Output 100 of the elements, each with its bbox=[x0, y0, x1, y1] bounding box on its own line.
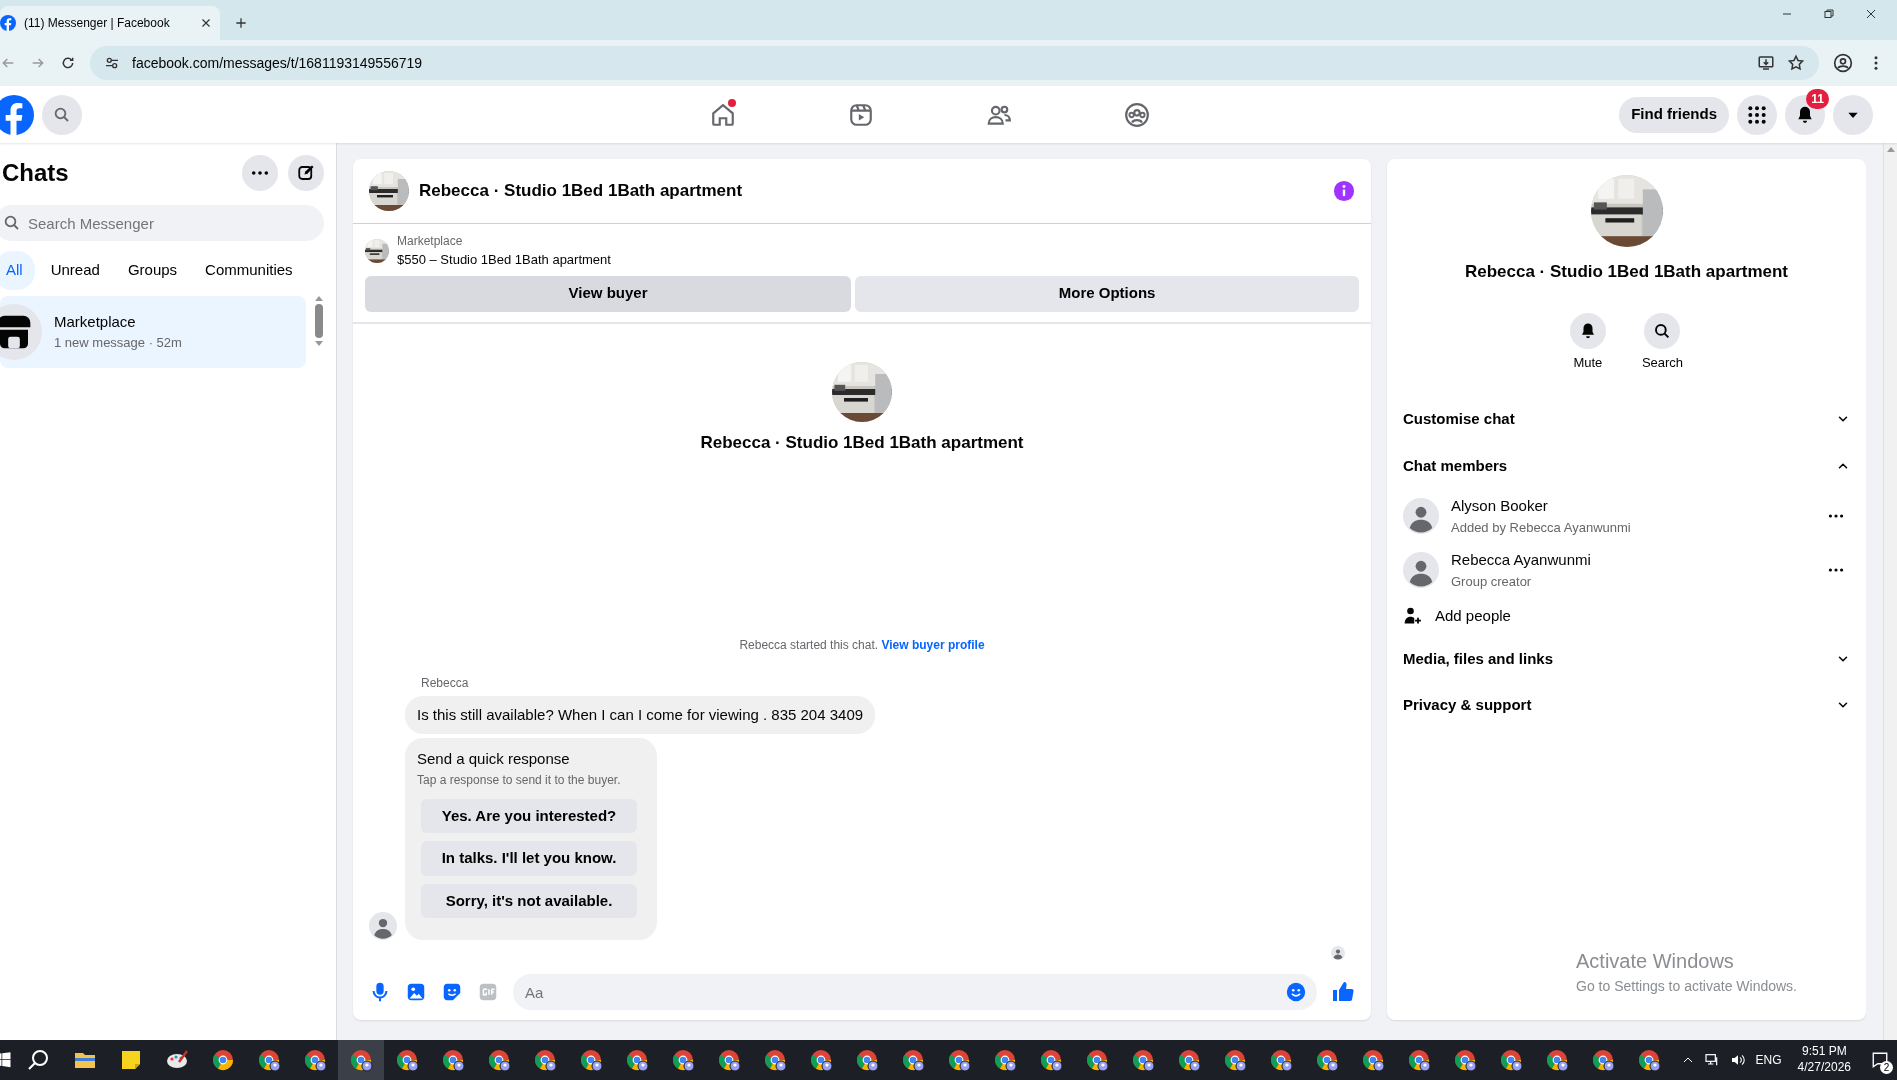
facebook-logo-icon[interactable] bbox=[0, 94, 34, 135]
section-header[interactable]: Chat members bbox=[1387, 442, 1866, 489]
tab-title: (11) Messenger | Facebook bbox=[24, 15, 171, 32]
emoji-icon[interactable] bbox=[1285, 981, 1307, 1003]
filter-tab[interactable]: Groups bbox=[115, 251, 190, 290]
chrome-icon bbox=[717, 1048, 741, 1072]
profile-icon[interactable] bbox=[1833, 53, 1853, 73]
compose-icon bbox=[297, 164, 315, 182]
member-note: Group creator bbox=[1451, 572, 1533, 591]
new-tab-icon[interactable] bbox=[234, 16, 248, 30]
sticky-note-icon bbox=[119, 1048, 143, 1072]
filter-tab[interactable]: Unread bbox=[38, 251, 112, 290]
avatar-icon bbox=[1403, 552, 1439, 588]
buyer-profile-link[interactable]: View buyer profile bbox=[881, 637, 985, 652]
clock[interactable]: 9:51 PM 4/27/2026 bbox=[1791, 1044, 1857, 1076]
add-person-icon bbox=[1403, 606, 1423, 627]
new-message-button[interactable] bbox=[288, 155, 324, 191]
add-people-button[interactable]: Add people bbox=[1387, 597, 1527, 636]
chrome-icon bbox=[1131, 1048, 1155, 1072]
search-field[interactable]: Search Messenger bbox=[0, 205, 324, 241]
section-header[interactable]: Privacy & support bbox=[1387, 682, 1866, 729]
more-icon bbox=[1828, 567, 1844, 573]
chrome-icon bbox=[901, 1048, 925, 1072]
message-bubble: Is this still available? When I can I come for viewing . 835 204 3409 bbox=[405, 695, 876, 734]
chat-bubble-icon bbox=[1871, 1051, 1889, 1069]
chrome-icon bbox=[1637, 1048, 1661, 1072]
listing-button[interactable]: More Options bbox=[855, 275, 1359, 312]
thumbs-up-icon[interactable] bbox=[1331, 980, 1355, 1004]
section-header[interactable]: Media, files and links bbox=[1387, 635, 1866, 682]
video-icon bbox=[848, 101, 874, 128]
chat-started-note: Rebecca started this chat. View buyer profile bbox=[738, 636, 986, 654]
network-icon[interactable] bbox=[1703, 1052, 1720, 1068]
groups-icon bbox=[1124, 101, 1150, 128]
chat-name: Marketplace bbox=[54, 311, 137, 332]
menu-button[interactable] bbox=[1737, 94, 1777, 135]
chrome-icon bbox=[1177, 1048, 1201, 1072]
action-label: Search bbox=[1641, 353, 1684, 372]
chrome-icon bbox=[1269, 1048, 1293, 1072]
chrome-icon bbox=[625, 1048, 649, 1072]
activation-title: Activate Windows bbox=[1576, 949, 1735, 974]
home-icon bbox=[710, 101, 736, 128]
chrome-icon bbox=[349, 1048, 373, 1072]
chrome-icon bbox=[1039, 1048, 1063, 1072]
chrome-icon bbox=[671, 1048, 695, 1072]
quick-response-subtitle: Tap a response to send it to the buyer. bbox=[417, 771, 622, 789]
filter-tab[interactable]: Communities bbox=[193, 251, 305, 290]
intro-title: Rebecca · Studio 1Bed 1Bath apartment bbox=[700, 431, 1024, 454]
more-icon bbox=[1828, 513, 1844, 519]
activation-text: Go to Settings to activate Windows. bbox=[1576, 977, 1797, 996]
chrome-icon bbox=[211, 1048, 235, 1072]
chrome-icon bbox=[487, 1048, 511, 1072]
chrome-icon bbox=[855, 1048, 879, 1072]
chrome-icon bbox=[441, 1048, 465, 1072]
install-icon[interactable] bbox=[1757, 54, 1775, 72]
quick-reply-button[interactable]: Yes. Are you interested? bbox=[421, 798, 637, 833]
address-bar[interactable]: facebook.com/messages/t/1681193149556719 bbox=[90, 46, 1819, 80]
notifications-button[interactable]: 2 bbox=[1867, 1048, 1893, 1072]
find-friends-button[interactable]: Find friends bbox=[1619, 96, 1729, 133]
listing-button[interactable]: View buyer bbox=[365, 275, 852, 312]
filter-tab[interactable]: All bbox=[0, 251, 35, 290]
chrome-icon bbox=[1223, 1048, 1247, 1072]
action-button[interactable] bbox=[1644, 312, 1681, 349]
shop-icon bbox=[0, 303, 42, 360]
chat-preview: 1 new message · 52m bbox=[54, 334, 182, 352]
chats-heading: Chats bbox=[2, 158, 70, 188]
action-label: Mute bbox=[1573, 353, 1603, 372]
star-icon[interactable] bbox=[1787, 54, 1805, 72]
chrome-icon bbox=[1407, 1048, 1431, 1072]
close-icon[interactable] bbox=[1865, 8, 1877, 20]
listing-source: Marketplace bbox=[397, 233, 464, 250]
message-input[interactable]: Aa bbox=[513, 974, 1317, 1010]
chrome-icon bbox=[1315, 1048, 1339, 1072]
close-icon[interactable] bbox=[200, 17, 212, 29]
notification-count: 11 bbox=[1806, 88, 1829, 109]
chrome-icon bbox=[533, 1048, 557, 1072]
chrome-icon bbox=[1361, 1048, 1385, 1072]
conversation-title: Rebecca · Studio 1Bed 1Bath apartment bbox=[419, 180, 744, 203]
section-header[interactable]: Customise chat bbox=[1387, 396, 1866, 443]
chrome-icon bbox=[1453, 1048, 1477, 1072]
site-settings-icon bbox=[104, 55, 120, 71]
chat-list-item[interactable]: Marketplace 1 new message · 52m bbox=[0, 295, 306, 368]
chrome-icon bbox=[763, 1048, 787, 1072]
chrome-icon bbox=[1499, 1048, 1523, 1072]
reload-icon[interactable] bbox=[60, 55, 76, 71]
member-name: Alyson Booker bbox=[1451, 496, 1549, 516]
speaker-icon[interactable] bbox=[1729, 1052, 1746, 1068]
search-button[interactable] bbox=[42, 94, 82, 135]
restore-icon[interactable] bbox=[1823, 8, 1835, 20]
browser-tab[interactable]: (11) Messenger | Facebook bbox=[0, 6, 220, 40]
sticker-icon[interactable] bbox=[441, 981, 463, 1003]
more-button[interactable] bbox=[242, 155, 278, 191]
action-button[interactable] bbox=[1569, 312, 1606, 349]
notifications-button[interactable] bbox=[1785, 94, 1825, 135]
info-icon[interactable] bbox=[1333, 180, 1355, 202]
image-icon[interactable] bbox=[405, 981, 427, 1003]
quick-reply-button[interactable]: Sorry, it's not available. bbox=[421, 883, 637, 918]
language-indicator[interactable]: ENG bbox=[1755, 1051, 1782, 1069]
chrome-icon bbox=[993, 1048, 1017, 1072]
grid-icon bbox=[1747, 104, 1767, 125]
quick-reply-button[interactable]: In talks. I'll let you know. bbox=[421, 841, 637, 876]
